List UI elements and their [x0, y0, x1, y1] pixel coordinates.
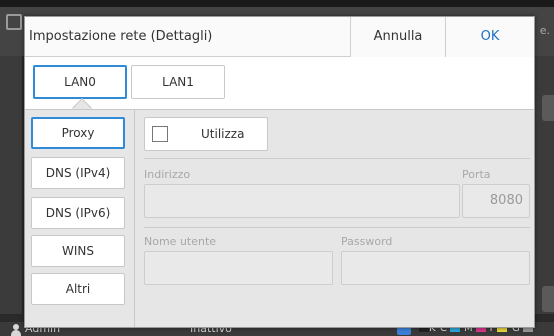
background-scroll-tab — [542, 95, 554, 121]
category-altri[interactable]: Altri — [31, 273, 125, 305]
user-icon — [11, 324, 21, 336]
use-proxy-checkbox[interactable] — [152, 126, 168, 142]
port-label: Porta — [462, 168, 491, 181]
divider-middle — [144, 227, 530, 228]
ok-button[interactable]: OK — [445, 17, 534, 57]
background-scroll-tab-bottom — [542, 286, 554, 312]
dialog-header: Impostazione rete (Dettagli) Annulla OK — [25, 17, 534, 57]
category-proxy[interactable]: Proxy — [31, 117, 125, 149]
home-icon — [6, 14, 22, 30]
lan-tab-row: LAN0 LAN1 — [25, 58, 534, 118]
username-label: Nome utente — [144, 235, 217, 248]
proxy-settings: Utilizza Indirizzo Porta 8080 Nome utent… — [136, 110, 534, 327]
port-field[interactable]: 8080 — [462, 184, 530, 218]
category-dns-ipv4[interactable]: DNS (IPv4) — [31, 157, 125, 189]
background-left-panel — [0, 56, 22, 314]
settings-panel: Proxy DNS (IPv4) DNS (IPv6) WINS Altri U… — [25, 109, 534, 327]
background-top-stripe — [0, 0, 554, 7]
tab-lan1[interactable]: LAN1 — [131, 65, 225, 99]
use-proxy-toggle[interactable]: Utilizza — [144, 117, 268, 151]
settings-category-list: Proxy DNS (IPv4) DNS (IPv6) WINS Altri — [25, 110, 135, 327]
cancel-button[interactable]: Annulla — [350, 17, 445, 57]
password-label: Password — [341, 235, 393, 248]
tab-lan0[interactable]: LAN0 — [33, 65, 127, 99]
username-field[interactable] — [144, 251, 333, 285]
category-wins[interactable]: WINS — [31, 235, 125, 267]
address-label: Indirizzo — [144, 168, 191, 181]
password-field[interactable] — [341, 251, 530, 285]
network-settings-dialog: Impostazione rete (Dettagli) Annulla OK … — [24, 16, 535, 328]
background-corner-text: e. — [539, 24, 550, 37]
address-field[interactable] — [144, 184, 460, 218]
divider-top — [144, 158, 530, 159]
use-proxy-label: Utilizza — [201, 127, 245, 141]
category-dns-ipv6[interactable]: DNS (IPv6) — [31, 197, 125, 229]
dialog-title: Impostazione rete (Dettagli) — [29, 29, 213, 44]
